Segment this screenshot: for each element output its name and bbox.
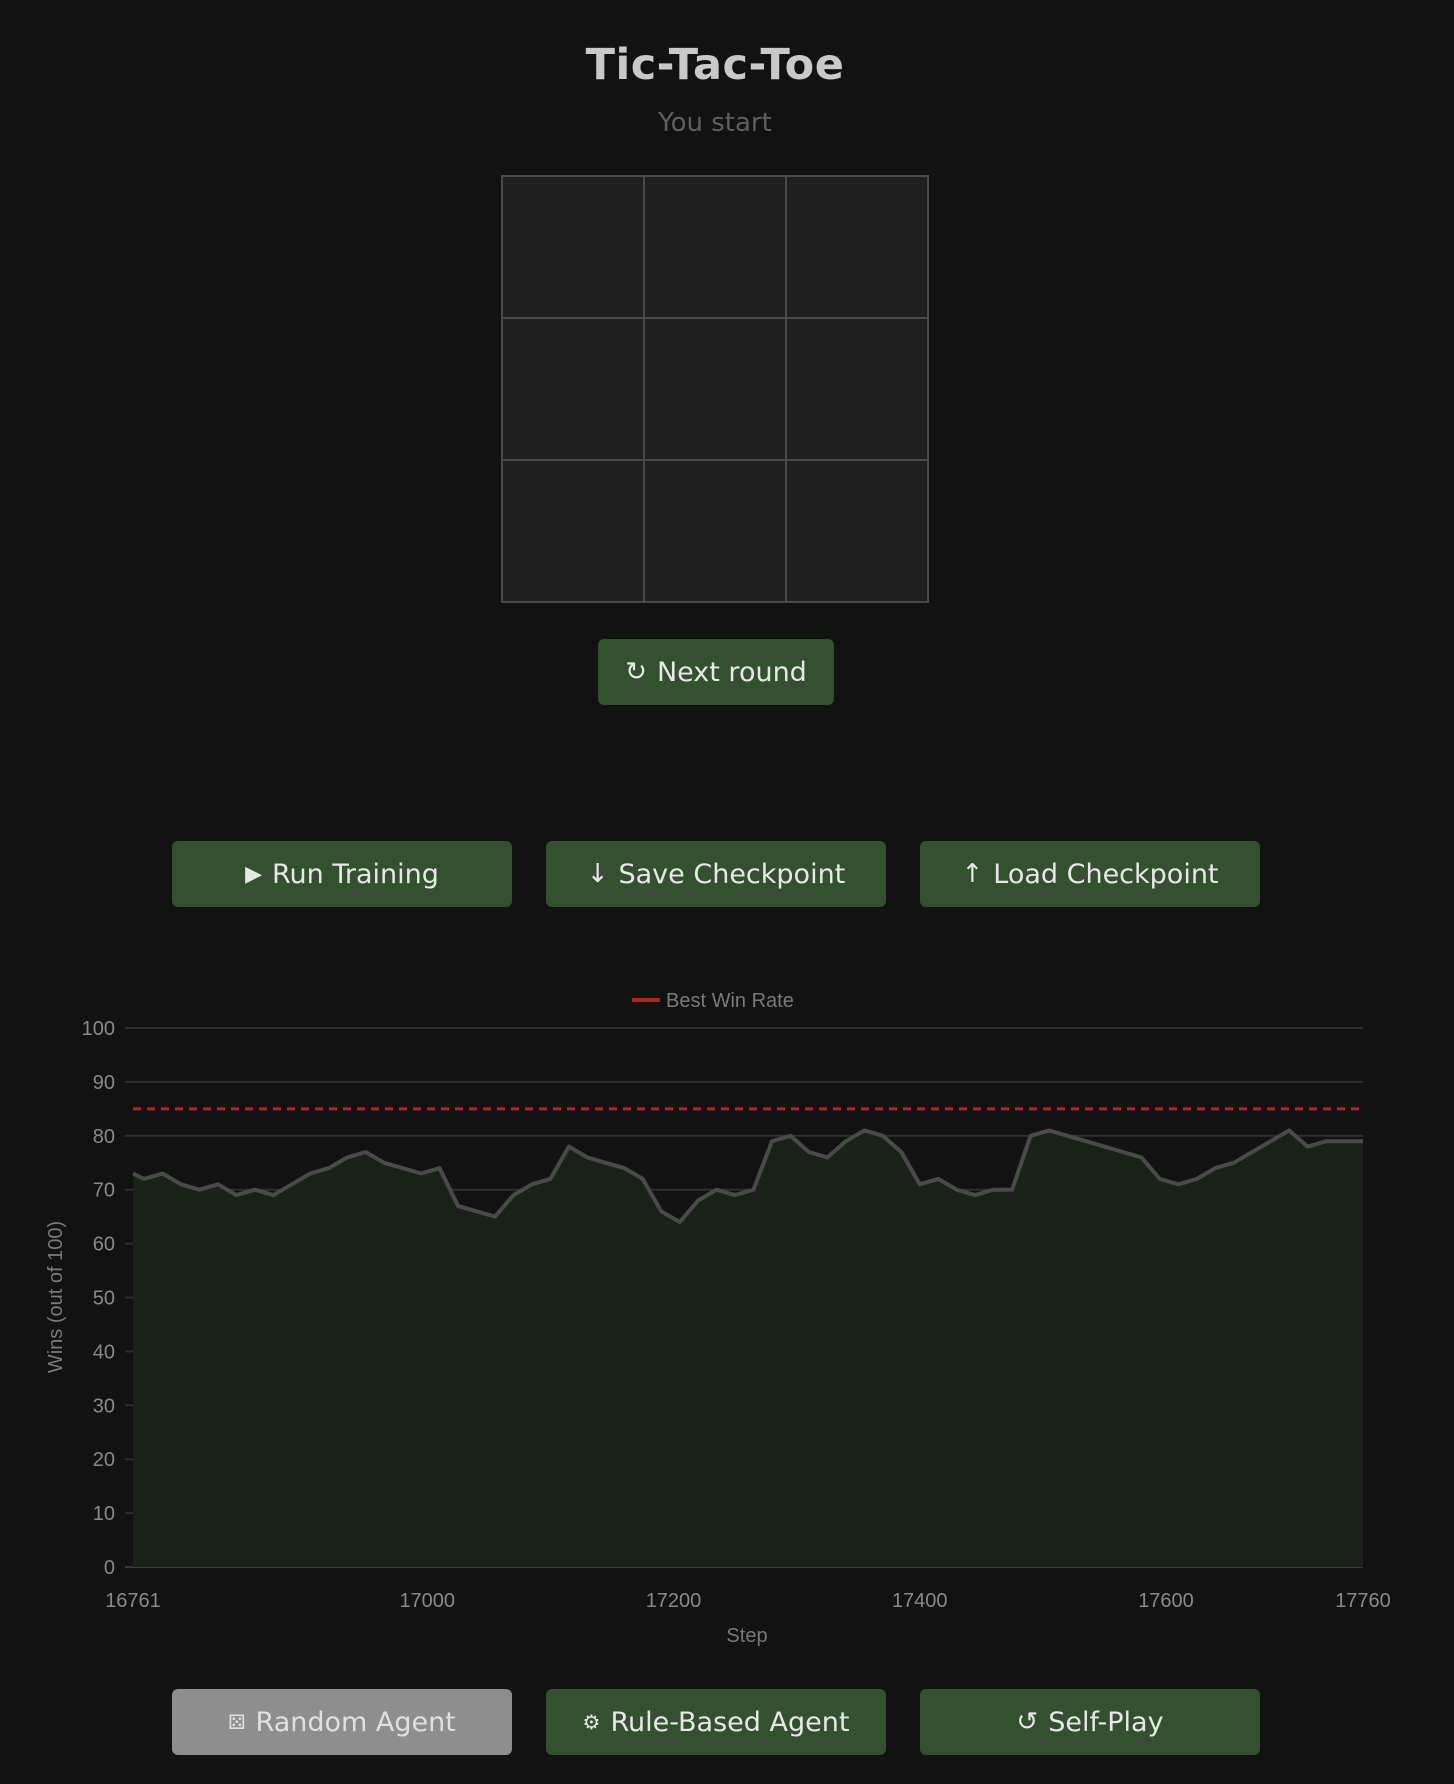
arrow-up-icon: ↑ xyxy=(961,859,984,889)
y-tick-label: 10 xyxy=(93,1503,115,1525)
dice-icon: ⚄ xyxy=(228,1710,246,1734)
board-cell[interactable] xyxy=(645,319,785,459)
y-tick-label: 40 xyxy=(93,1341,115,1363)
board-cell[interactable] xyxy=(645,461,785,601)
win-rate-chart-svg: 0 10 20 30 40 50 60 70 80 90 100 16761 17000 17200 174… xyxy=(45,990,1391,1647)
tic-tac-toe-board xyxy=(501,175,929,603)
y-tick-label: 80 xyxy=(93,1126,115,1148)
x-tick-label: 16761 xyxy=(105,1590,161,1612)
gear-icon: ⚙ xyxy=(582,1710,601,1734)
x-tick-label: 17200 xyxy=(646,1590,702,1612)
loop-icon: ↺ xyxy=(1016,1707,1039,1737)
board-cell[interactable] xyxy=(503,177,643,317)
page: Tic-Tac-Toe You start ↻ Next round ▶ Run… xyxy=(0,0,1454,1784)
rule-based-agent-label: Rule-Based Agent xyxy=(610,1706,850,1738)
play-icon: ▶ xyxy=(245,861,262,887)
series-area xyxy=(133,1130,1363,1567)
save-checkpoint-label: Save Checkpoint xyxy=(618,858,846,890)
board-cell[interactable] xyxy=(787,319,927,459)
legend-label: Best Win Rate xyxy=(666,990,794,1012)
next-round-button[interactable]: ↻ Next round xyxy=(598,639,834,705)
y-tick-label: 70 xyxy=(93,1180,115,1202)
x-tick-label: 17400 xyxy=(892,1590,948,1612)
y-tick-label: 100 xyxy=(82,1018,115,1040)
board-cell[interactable] xyxy=(645,177,785,317)
y-tick-label: 20 xyxy=(93,1449,115,1471)
y-tick-label: 30 xyxy=(93,1395,115,1417)
chart-legend: Best Win Rate xyxy=(632,990,794,1012)
x-tick-label: 17000 xyxy=(399,1590,455,1612)
self-play-label: Self-Play xyxy=(1048,1706,1164,1738)
win-rate-chart: 0 10 20 30 40 50 60 70 80 90 100 16761 17000 17200 174… xyxy=(0,975,1454,1665)
y-tick-label: 0 xyxy=(104,1557,115,1579)
board-cell[interactable] xyxy=(787,177,927,317)
x-tick-label: 17600 xyxy=(1138,1590,1194,1612)
load-checkpoint-label: Load Checkpoint xyxy=(993,858,1219,890)
x-axis-title: Step xyxy=(726,1625,767,1647)
y-tick-label: 60 xyxy=(93,1234,115,1256)
random-agent-label: Random Agent xyxy=(255,1706,456,1738)
board-cell[interactable] xyxy=(787,461,927,601)
x-tick-label: 17760 xyxy=(1335,1590,1391,1612)
page-title: Tic-Tac-Toe xyxy=(585,40,845,90)
rule-based-agent-button[interactable]: ⚙ Rule-Based Agent xyxy=(546,1689,886,1755)
save-checkpoint-button[interactable]: ↓ Save Checkpoint xyxy=(546,841,886,907)
y-axis-title: Wins (out of 100) xyxy=(45,1221,67,1373)
random-agent-button[interactable]: ⚄ Random Agent xyxy=(172,1689,512,1755)
run-training-button[interactable]: ▶ Run Training xyxy=(172,841,512,907)
game-status: You start xyxy=(658,108,772,138)
y-tick-label: 90 xyxy=(93,1072,115,1094)
refresh-icon: ↻ xyxy=(625,657,647,687)
self-play-button[interactable]: ↺ Self-Play xyxy=(920,1689,1260,1755)
board-cell[interactable] xyxy=(503,319,643,459)
run-training-label: Run Training xyxy=(272,858,439,890)
load-checkpoint-button[interactable]: ↑ Load Checkpoint xyxy=(920,841,1260,907)
arrow-down-icon: ↓ xyxy=(586,859,609,889)
board-cell[interactable] xyxy=(503,461,643,601)
y-tick-label: 50 xyxy=(93,1288,115,1310)
next-round-label: Next round xyxy=(656,656,807,688)
